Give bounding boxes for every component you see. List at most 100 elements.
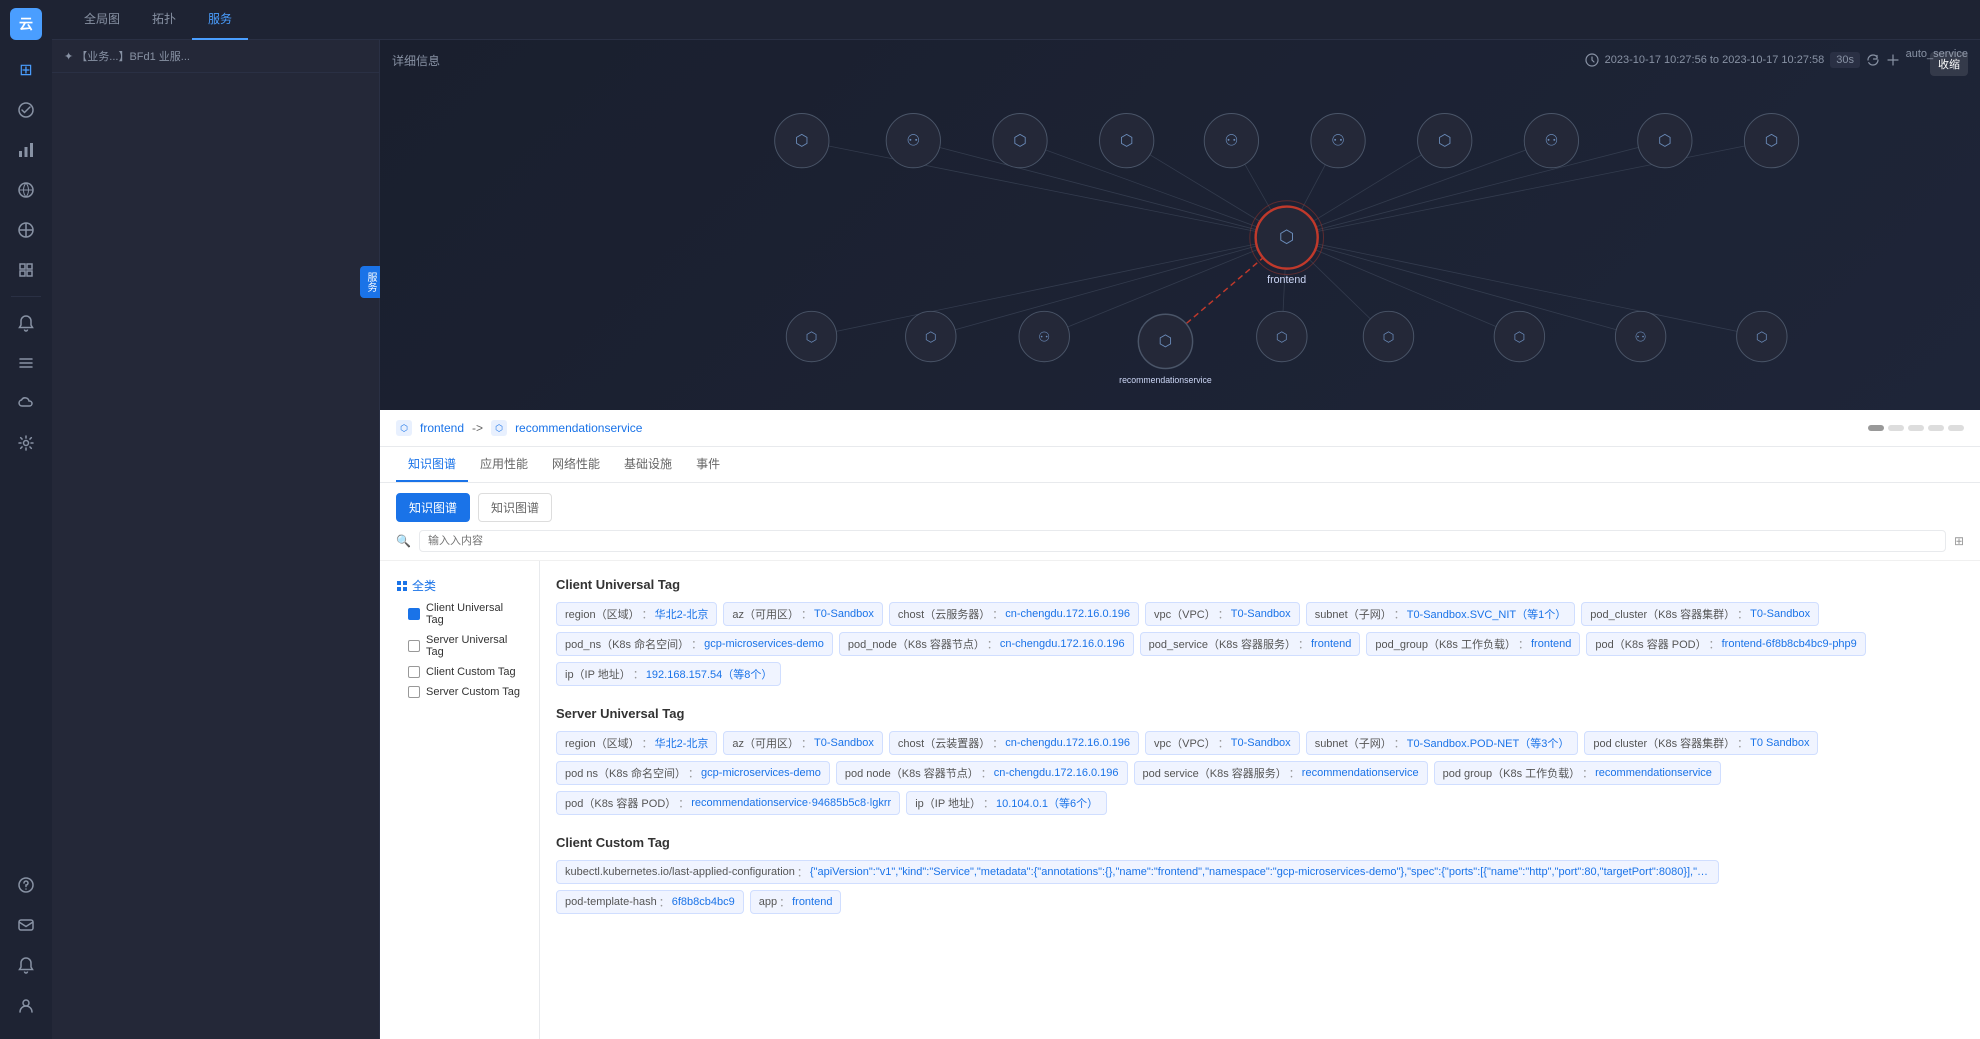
tab-quanjutu[interactable]: 全局图: [68, 0, 136, 40]
pagination-dots: [1868, 425, 1964, 431]
search-bar: 🔍 ⊞: [380, 522, 1980, 561]
tab-infra[interactable]: 基础设施: [612, 447, 684, 482]
search-input[interactable]: [419, 530, 1946, 552]
sidebar-icon-home[interactable]: ⊞: [8, 52, 44, 88]
pagination-dot-1[interactable]: [1868, 425, 1884, 431]
top-nav-tabs: 全局图 拓扑 服务: [68, 0, 248, 40]
client-universal-tag-row-1: region（区域）：华北2-北京 az（可用区）：T0-Sandbox cho…: [556, 602, 1964, 626]
svg-text:⚇: ⚇: [1224, 132, 1238, 149]
pagination-dot-2[interactable]: [1888, 425, 1904, 431]
svg-text:⚇: ⚇: [906, 132, 920, 149]
filter-item-server-custom[interactable]: Server Custom Tag: [380, 682, 539, 702]
tag-subnet: subnet（子网）：T0-Sandbox.SVC_NIT（等1个）: [1306, 602, 1576, 626]
pagination-dot-5[interactable]: [1948, 425, 1964, 431]
svg-text:⬡: ⬡: [1279, 226, 1294, 246]
client-custom-tag-section: Client Custom Tag kubectl.kubernetes.io/…: [556, 835, 1964, 914]
left-panel: ✦ 【业务...】BFd1 业服... 服务: [52, 40, 380, 1039]
sidebar-icon-notification[interactable]: [8, 947, 44, 983]
sidebar-icon-help[interactable]: [8, 867, 44, 903]
filter-item-server-universal[interactable]: Server Universal Tag: [380, 630, 539, 662]
search-icon: 🔍: [396, 534, 411, 548]
srv-tag-subnet: subnet（子网）：T0-Sandbox.POD-NET（等3个）: [1306, 731, 1579, 755]
srv-tag-pod-service: pod service（K8s 容器服务）：recommendationserv…: [1134, 761, 1428, 785]
tab-fuwu[interactable]: 服务: [192, 0, 248, 40]
tab-tuopu[interactable]: 拓扑: [136, 0, 192, 40]
sidebar-icon-chart[interactable]: [8, 132, 44, 168]
client-universal-tag-row-3: ip（IP 地址）：192.168.157.54（等8个）: [556, 662, 1964, 686]
srv-tag-chost: chost（云装置器）：cn-chengdu.172.16.0.196: [889, 731, 1139, 755]
sidebar-icon-message[interactable]: [8, 907, 44, 943]
tab-events[interactable]: 事件: [684, 447, 732, 482]
tab-network-perf[interactable]: 网络性能: [540, 447, 612, 482]
filter-item-client-universal[interactable]: Client Universal Tag: [380, 598, 539, 630]
top-nav: 全局图 拓扑 服务: [52, 0, 1980, 40]
detail-bottom: ⬡ frontend -> ⬡ recommendationservice: [380, 410, 1980, 1039]
custom-tag-app: app：frontend: [750, 890, 842, 914]
svg-text:⬡: ⬡: [1276, 329, 1288, 344]
srv-tag-pod-cluster: pod cluster（K8s 容器集群）：T0 Sandbox: [1584, 731, 1818, 755]
service-to-name: recommendationservice: [515, 421, 642, 435]
detail-tabs: 知识图谱 应用性能 网络性能 基础设施 事件: [380, 447, 1980, 483]
svg-text:recommendationservice: recommendationservice: [1119, 375, 1212, 385]
tag-pod-cluster: pod_cluster（K8s 容器集群）：T0-Sandbox: [1581, 602, 1819, 626]
collapse-button[interactable]: 收缩: [1930, 52, 1968, 76]
svg-text:⬡: ⬡: [925, 329, 937, 344]
sidebar-logo[interactable]: 云: [10, 8, 42, 40]
svg-text:⚇: ⚇: [1635, 329, 1647, 344]
side-panel-badge[interactable]: 服务: [360, 266, 380, 298]
sidebar-icon-settings[interactable]: [8, 425, 44, 461]
graph-header: 详细信息: [392, 52, 440, 69]
filter-item-client-custom[interactable]: Client Custom Tag: [380, 662, 539, 682]
refresh-rate: 30s: [1830, 52, 1860, 68]
filter-checkbox-4: [408, 686, 420, 698]
breadcrumb: ✦ 【业务...】BFd1 业服...: [64, 51, 190, 63]
srv-tag-pod: pod（K8s 容器 POD）：recommendationservice·94…: [556, 791, 900, 815]
client-custom-tag-row-2: pod-template-hash：6f8b8cb4bc9 app：fronte…: [556, 890, 1964, 914]
svg-text:⬡: ⬡: [1159, 333, 1173, 350]
filter-checkbox-3: [408, 666, 420, 678]
sidebar-icon-globe[interactable]: [8, 212, 44, 248]
service-path: ⬡ frontend -> ⬡ recommendationservice: [380, 410, 1980, 447]
svg-text:⬡: ⬡: [1658, 132, 1672, 149]
sub-tab-knowledge-2[interactable]: 知识图谱: [478, 493, 552, 522]
client-universal-tag-section: Client Universal Tag region（区域）：华北2-北京 a…: [556, 577, 1964, 686]
srv-tag-ip: ip（IP 地址）：10.104.0.1（等6个）: [906, 791, 1107, 815]
sidebar: 云 ⊞: [0, 0, 52, 1039]
view-toggle-icon[interactable]: ⊞: [1954, 534, 1964, 548]
tag-chost: chost（云服务器）：cn-chengdu.172.16.0.196: [889, 602, 1139, 626]
sub-tab-knowledge-1[interactable]: 知识图谱: [396, 493, 470, 522]
content-wrapper: ✦ 【业务...】BFd1 业服... 服务 详细信息 2023-10-17 1…: [52, 40, 1980, 1039]
sidebar-icon-monitor[interactable]: [8, 92, 44, 128]
svg-text:⬡: ⬡: [795, 132, 809, 149]
main-area: 全局图 拓扑 服务 ✦ 【业务...】BFd1 业服... 服务 详细信息: [52, 0, 1980, 1039]
tag-pod: pod（K8s 容器 POD）：frontend-6f8b8cb4bc9-php…: [1586, 632, 1865, 656]
graph-timestamp: 2023-10-17 10:27:56 to 2023-10-17 10:27:…: [1585, 52, 1900, 68]
sidebar-icon-plugin[interactable]: [8, 252, 44, 288]
sidebar-icon-bell[interactable]: [8, 305, 44, 341]
srv-tag-az: az（可用区）：T0-Sandbox: [723, 731, 883, 755]
client-custom-tag-title: Client Custom Tag: [556, 835, 1964, 850]
pagination-dot-3[interactable]: [1908, 425, 1924, 431]
svg-text:⬡: ⬡: [1120, 132, 1134, 149]
service-to-icon: ⬡: [491, 420, 507, 436]
sidebar-icon-user[interactable]: [8, 987, 44, 1023]
sidebar-icon-network[interactable]: [8, 172, 44, 208]
service-path-arrow: ->: [472, 421, 483, 435]
tag-region: region（区域）：华北2-北京: [556, 602, 717, 626]
svg-text:frontend: frontend: [1267, 274, 1306, 286]
filter-panel: 全类 Client Universal Tag Server Universal…: [380, 561, 540, 1039]
sidebar-icon-cloud[interactable]: [8, 385, 44, 421]
server-universal-tag-title: Server Universal Tag: [556, 706, 1964, 721]
srv-tag-region: region（区域）：华北2-北京: [556, 731, 717, 755]
tab-app-perf[interactable]: 应用性能: [468, 447, 540, 482]
srv-tag-vpc: vpc（VPC）：T0-Sandbox: [1145, 731, 1300, 755]
server-universal-tag-row-3: pod（K8s 容器 POD）：recommendationservice·94…: [556, 791, 1964, 815]
pagination-dot-4[interactable]: [1928, 425, 1944, 431]
svg-text:⬡: ⬡: [806, 329, 818, 344]
svg-text:⬡: ⬡: [1513, 329, 1525, 344]
sidebar-icon-list[interactable]: [8, 345, 44, 381]
tag-pod-service: pod_service（K8s 容器服务）：frontend: [1140, 632, 1361, 656]
srv-tag-pod-node: pod node（K8s 容器节点）：cn-chengdu.172.16.0.1…: [836, 761, 1128, 785]
tab-knowledge-graph[interactable]: 知识图谱: [396, 447, 468, 482]
sub-tabs: 知识图谱 知识图谱: [380, 483, 1980, 522]
